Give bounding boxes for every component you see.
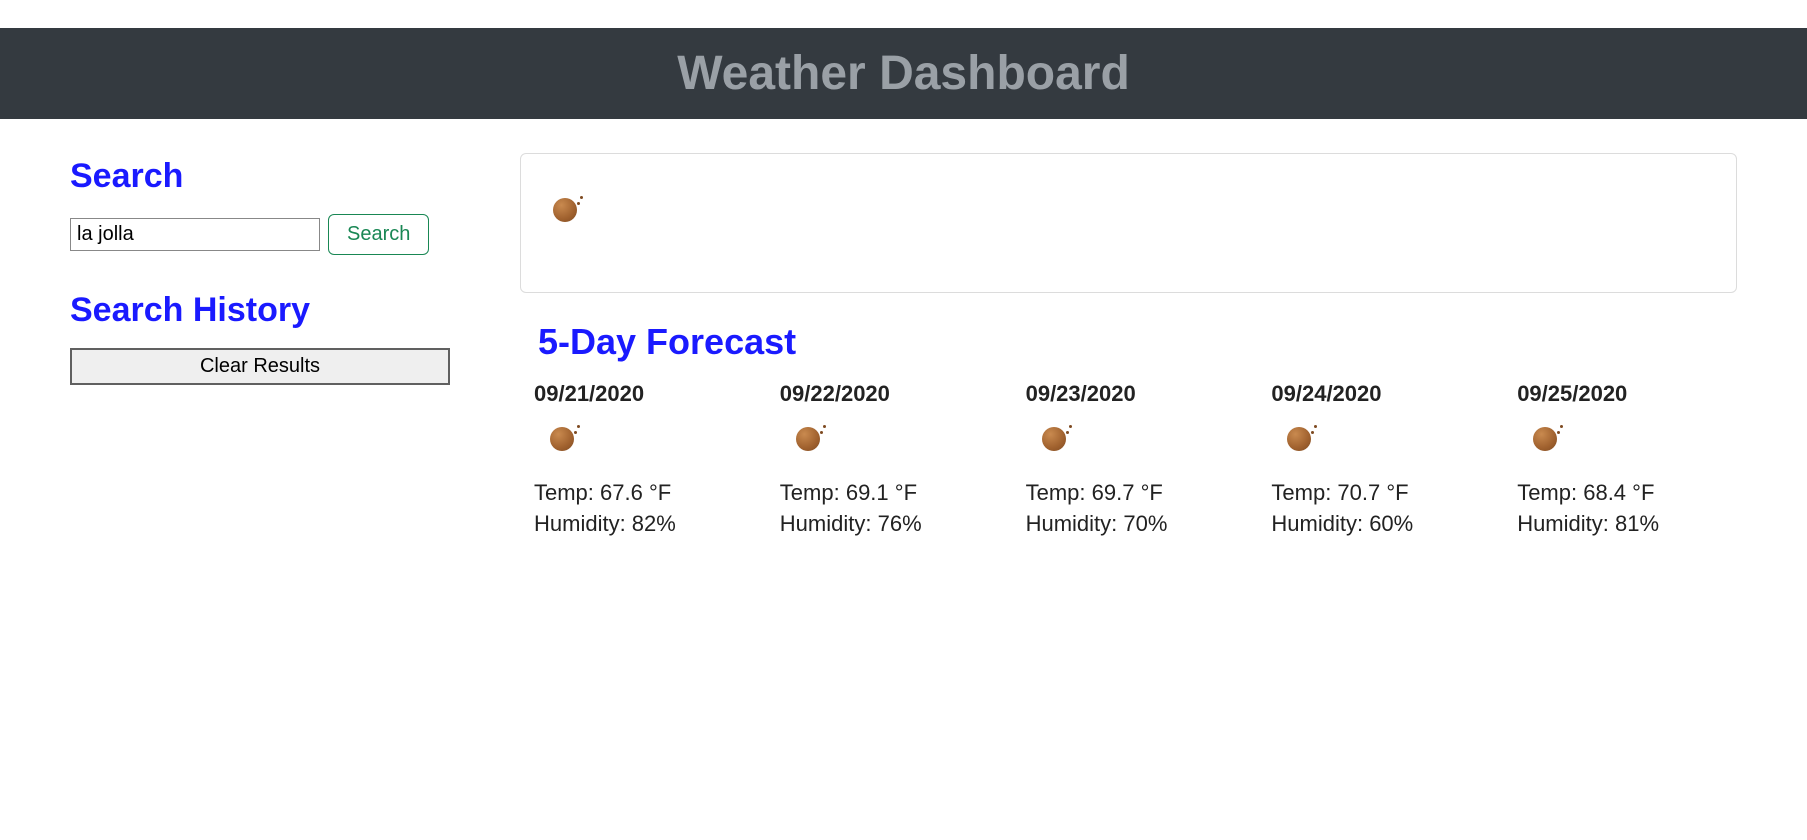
sidebar: Search Search Search History Clear Resul… <box>70 149 490 385</box>
current-weather-card <box>520 153 1737 293</box>
main-panel: 5-Day Forecast 09/21/2020 Temp: 67.6 °F … <box>520 149 1737 540</box>
forecast-temp: Temp: 69.7 °F <box>1026 478 1240 509</box>
search-history-heading: Search History <box>70 291 490 330</box>
main-container: Search Search Search History Clear Resul… <box>0 119 1807 580</box>
forecast-humidity: Humidity: 82% <box>534 509 748 540</box>
forecast-card: 09/22/2020 Temp: 69.1 °F Humidity: 76% <box>774 381 1000 540</box>
forecast-row: 09/21/2020 Temp: 67.6 °F Humidity: 82% 0… <box>520 381 1737 540</box>
search-input[interactable] <box>70 218 320 251</box>
forecast-temp: Temp: 70.7 °F <box>1271 478 1485 509</box>
forecast-temp: Temp: 67.6 °F <box>534 478 748 509</box>
forecast-card: 09/25/2020 Temp: 68.4 °F Humidity: 81% <box>1511 381 1737 540</box>
forecast-date: 09/23/2020 <box>1026 381 1240 407</box>
forecast-humidity: Humidity: 60% <box>1271 509 1485 540</box>
forecast-temp: Temp: 68.4 °F <box>1517 478 1731 509</box>
search-button[interactable]: Search <box>328 214 429 255</box>
weather-icon <box>1285 423 1317 455</box>
forecast-heading: 5-Day Forecast <box>538 321 1737 363</box>
forecast-card: 09/23/2020 Temp: 69.7 °F Humidity: 70% <box>1020 381 1246 540</box>
weather-icon <box>794 423 826 455</box>
search-heading: Search <box>70 157 490 196</box>
forecast-date: 09/24/2020 <box>1271 381 1485 407</box>
forecast-card: 09/21/2020 Temp: 67.6 °F Humidity: 82% <box>528 381 754 540</box>
forecast-card: 09/24/2020 Temp: 70.7 °F Humidity: 60% <box>1265 381 1491 540</box>
weather-icon <box>548 423 580 455</box>
forecast-humidity: Humidity: 70% <box>1026 509 1240 540</box>
weather-icon <box>1531 423 1563 455</box>
clear-results-button[interactable]: Clear Results <box>70 348 450 385</box>
forecast-date: 09/25/2020 <box>1517 381 1731 407</box>
search-history-block: Search History Clear Results <box>70 291 490 385</box>
forecast-humidity: Humidity: 76% <box>780 509 994 540</box>
search-row: Search <box>70 214 490 255</box>
page-title: Weather Dashboard <box>0 28 1807 119</box>
forecast-date: 09/21/2020 <box>534 381 748 407</box>
weather-icon <box>1040 423 1072 455</box>
forecast-temp: Temp: 69.1 °F <box>780 478 994 509</box>
weather-icon <box>551 194 583 226</box>
forecast-date: 09/22/2020 <box>780 381 994 407</box>
forecast-humidity: Humidity: 81% <box>1517 509 1731 540</box>
